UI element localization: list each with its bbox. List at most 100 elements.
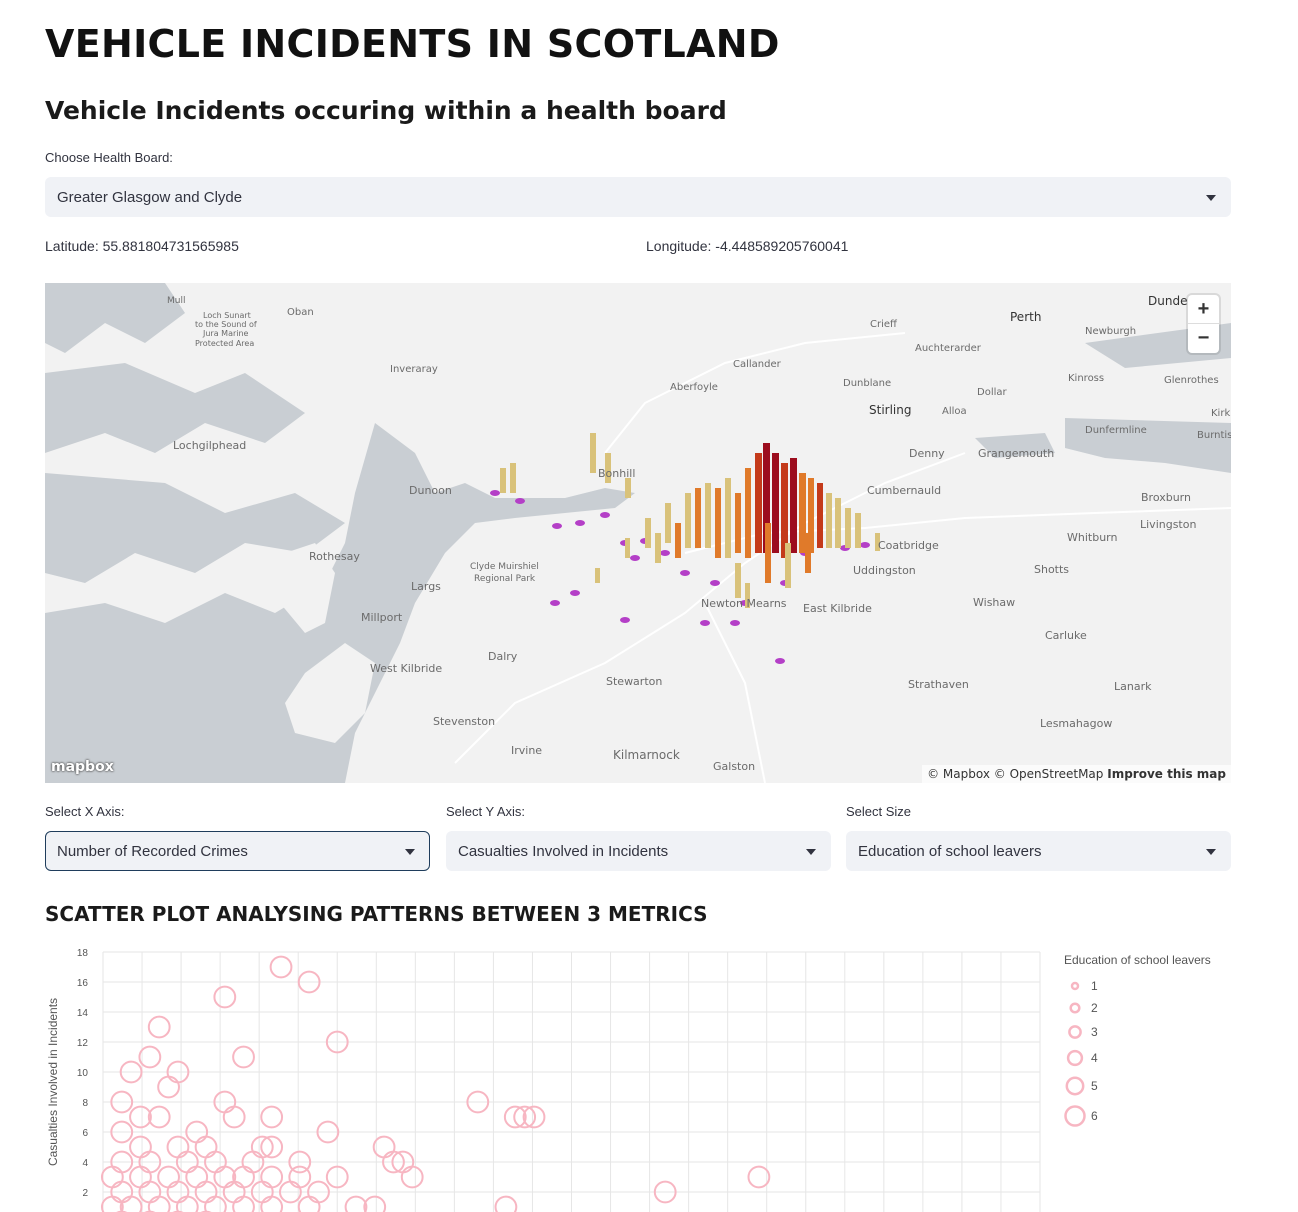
map-label: Oban <box>287 307 314 318</box>
y-tick-label: 18 <box>77 948 89 959</box>
map-label: Carluke <box>1045 629 1087 642</box>
legend-marker <box>1066 1049 1084 1067</box>
scatter-point <box>513 1105 537 1129</box>
map-label: Grangemouth <box>978 447 1054 460</box>
scatter-point <box>147 1195 171 1212</box>
scatter-point <box>166 1135 190 1159</box>
y-tick-label: 16 <box>77 978 89 989</box>
map-label: Kinross <box>1068 373 1104 384</box>
map-label: Galston <box>713 760 755 773</box>
scatter-point <box>100 1195 124 1212</box>
map-label: Lochgilphead <box>173 439 246 452</box>
scatter-point <box>147 1015 171 1039</box>
map-label: Dunfermline <box>1085 425 1147 436</box>
legend-label: 5 <box>1091 1079 1098 1093</box>
scatter-point <box>157 1165 180 1189</box>
y-axis-label: Select Y Axis: <box>446 804 526 819</box>
scatter-point <box>232 1195 255 1212</box>
size-select[interactable]: Education of school leavers <box>846 831 1231 871</box>
size-value: Education of school leavers <box>858 842 1042 860</box>
incident-map[interactable]: Dundee Perth Newburgh Mull Oban Loch Sun… <box>45 283 1231 783</box>
mapbox-logo[interactable]: mapbox <box>51 759 114 775</box>
chevron-down-icon <box>1206 195 1216 201</box>
scatter-point <box>250 1135 274 1159</box>
scatter-point <box>129 1165 152 1189</box>
page-subtitle: Vehicle Incidents occuring within a heal… <box>45 96 727 125</box>
improve-map-link[interactable]: Improve this map <box>1107 767 1226 781</box>
legend-marker <box>1069 1002 1081 1014</box>
scatter-point <box>138 1045 162 1069</box>
scatter-point <box>494 1195 518 1212</box>
scatter-point <box>260 1165 284 1189</box>
scatter-point <box>260 1135 284 1159</box>
map-label: to the Sound of <box>195 320 257 329</box>
attribution-text[interactable]: © Mapbox © OpenStreetMap <box>927 767 1103 781</box>
map-label: Coatbridge <box>878 539 939 552</box>
scatter-point <box>344 1195 368 1212</box>
map-label: Regional Park <box>474 574 536 584</box>
y-tick-label: 10 <box>77 1068 89 1079</box>
scatter-point <box>269 955 293 979</box>
legend-label: 2 <box>1091 1001 1098 1015</box>
scatter-point <box>194 1135 218 1159</box>
map-label: Broxburn <box>1141 491 1191 504</box>
health-board-select[interactable]: Greater Glasgow and Clyde <box>45 177 1231 217</box>
scatter-point <box>175 1195 199 1212</box>
y-axis-value: Casualties Involved in Incidents <box>458 842 669 860</box>
map-label: Clyde Muirshiel <box>470 562 539 572</box>
map-label: Crieff <box>870 319 898 330</box>
map-label: Millport <box>361 611 403 624</box>
health-board-value: Greater Glasgow and Clyde <box>57 188 243 206</box>
map-label: Lanark <box>1114 680 1152 693</box>
x-axis-select[interactable]: Number of Recorded Crimes <box>45 831 430 871</box>
legend-label: 3 <box>1091 1025 1098 1039</box>
y-axis-title: Casualties Involved in Incidents <box>46 998 60 1166</box>
map-label: Perth <box>1010 310 1041 324</box>
legend-marker <box>1064 1105 1086 1127</box>
scatter-point <box>129 1135 152 1159</box>
scatter-point <box>232 1045 255 1069</box>
map-label: Kirk <box>1211 408 1230 419</box>
map-label: Glenrothes <box>1164 375 1219 386</box>
latitude-text: Latitude: 55.881804731565985 <box>45 238 239 254</box>
scatter-point <box>747 1165 771 1189</box>
map-canvas[interactable]: Dundee Perth Newburgh Mull Oban Loch Sun… <box>45 283 1231 783</box>
map-label: Denny <box>909 447 945 460</box>
map-attribution: © Mapbox © OpenStreetMap Improve this ma… <box>922 765 1231 783</box>
health-board-label: Choose Health Board: <box>45 150 173 165</box>
map-label: Loch Sunart <box>203 311 251 320</box>
map-label: Dalry <box>488 650 518 663</box>
chevron-down-icon <box>806 849 816 855</box>
scatter-point <box>503 1105 527 1129</box>
scatter-point <box>297 1195 321 1212</box>
scatter-point <box>372 1135 396 1159</box>
scatter-point <box>400 1165 424 1189</box>
map-label: Mull <box>167 296 185 306</box>
legend-marker <box>1068 1025 1082 1039</box>
map-label: Newton Mearns <box>701 597 787 610</box>
scatter-point <box>147 1105 171 1129</box>
scatter-plot[interactable]: 024681012141618Casualties Involved in In… <box>40 940 1290 1212</box>
scatter-point <box>213 985 237 1009</box>
y-tick-label: 12 <box>77 1038 89 1049</box>
y-tick-label: 8 <box>82 1098 88 1109</box>
map-label: Protected Area <box>195 339 254 348</box>
map-label: Callander <box>733 359 782 370</box>
map-label: Bonhill <box>598 467 635 480</box>
zoom-in-button[interactable]: + <box>1188 295 1219 324</box>
longitude-text: Longitude: -4.448589205760041 <box>646 238 849 254</box>
y-axis-select[interactable]: Casualties Involved in Incidents <box>446 831 831 871</box>
map-label: Shotts <box>1034 563 1069 576</box>
scatter-point <box>157 1075 180 1099</box>
scatter-point <box>100 1165 124 1189</box>
scatter-point <box>522 1105 546 1129</box>
zoom-out-button[interactable]: − <box>1188 324 1219 353</box>
map-label: Rothesay <box>309 550 360 563</box>
x-axis-value: Number of Recorded Crimes <box>57 842 248 860</box>
map-label: Alloa <box>942 406 967 417</box>
legend-marker <box>1065 1076 1085 1096</box>
map-label: Dollar <box>977 387 1008 398</box>
scatter-point <box>222 1105 246 1129</box>
y-tick-label: 6 <box>82 1128 88 1139</box>
map-label: Stevenston <box>433 715 495 728</box>
